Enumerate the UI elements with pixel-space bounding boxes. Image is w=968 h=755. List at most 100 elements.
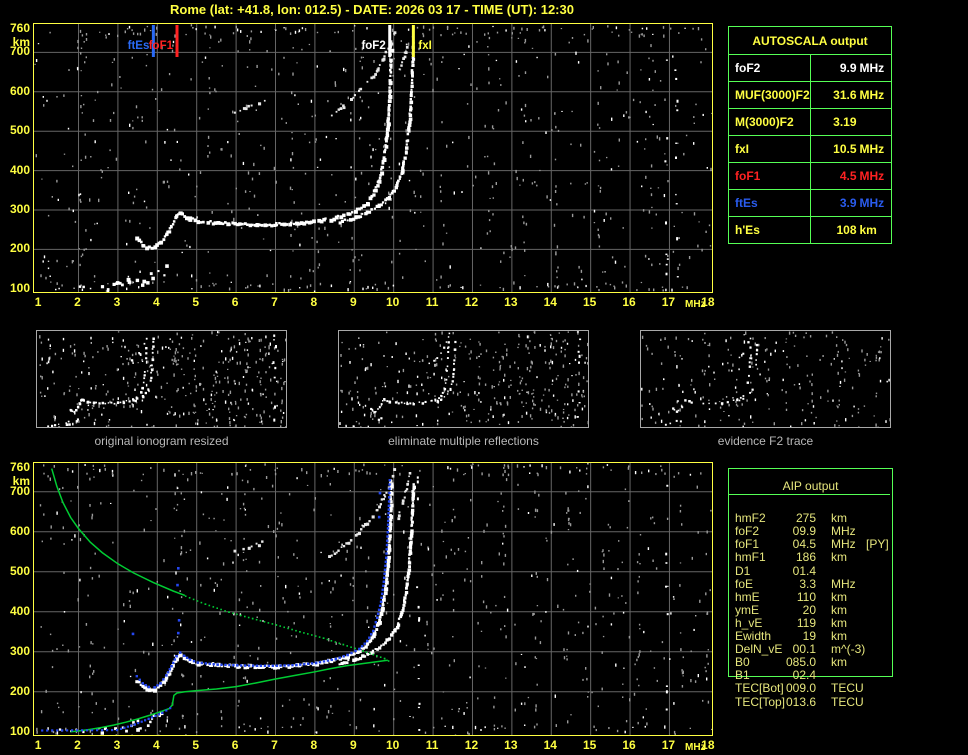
trace-fit_f bbox=[386, 531, 389, 534]
noise-dot bbox=[435, 583, 437, 586]
noise-dot bbox=[506, 401, 509, 404]
noise-dot bbox=[440, 358, 443, 361]
noise-dot bbox=[73, 343, 76, 346]
trace-fit_f bbox=[381, 588, 384, 591]
x-axis-label-2: 2 bbox=[74, 295, 81, 309]
noise-dot bbox=[49, 31, 51, 34]
noise-dot bbox=[478, 382, 481, 386]
noise-dot bbox=[622, 683, 624, 685]
noise-dot bbox=[567, 563, 569, 566]
noise-dot bbox=[636, 140, 639, 143]
noise-dot bbox=[161, 396, 163, 398]
noise-dot bbox=[326, 715, 328, 719]
noise-dot bbox=[245, 287, 247, 289]
noise-dot bbox=[56, 731, 59, 735]
noise-dot bbox=[535, 708, 537, 712]
trace-so_a bbox=[239, 109, 242, 112]
trace-f_o bbox=[132, 399, 135, 402]
noise-dot bbox=[785, 408, 788, 411]
noise-dot bbox=[464, 578, 466, 582]
noise-dot bbox=[323, 680, 325, 683]
noise-dot bbox=[700, 61, 702, 64]
noise-dot bbox=[426, 355, 429, 358]
x-axis-label-12: 12 bbox=[464, 738, 479, 752]
noise-dot bbox=[204, 636, 206, 638]
noise-dot bbox=[177, 487, 179, 489]
noise-dot bbox=[207, 135, 210, 139]
trace-fit_es bbox=[71, 729, 74, 732]
noise-dot bbox=[79, 578, 81, 582]
noise-dot bbox=[386, 331, 388, 334]
trace-fit_f bbox=[386, 523, 390, 526]
noise-dot bbox=[83, 41, 85, 43]
trace-f_x bbox=[412, 485, 416, 490]
trace-fit_f bbox=[382, 584, 385, 587]
noise-dot bbox=[190, 641, 193, 643]
noise-dot bbox=[578, 361, 580, 364]
noise-dot bbox=[479, 342, 481, 346]
trace-f_x bbox=[406, 139, 410, 142]
noise-dot bbox=[40, 274, 42, 278]
trace-fit_f bbox=[338, 656, 341, 659]
noise-dot bbox=[140, 479, 143, 482]
noise-dot bbox=[101, 170, 103, 173]
noise-dot bbox=[340, 364, 342, 367]
noise-dot bbox=[511, 37, 513, 39]
noise-dot bbox=[337, 687, 339, 691]
noise-dot bbox=[47, 360, 50, 364]
noise-dot bbox=[464, 405, 466, 408]
noise-dot bbox=[358, 118, 361, 121]
noise-dot bbox=[667, 180, 669, 183]
trace-fit_f bbox=[138, 678, 141, 681]
noise-dot bbox=[207, 145, 209, 147]
trace-fit_f bbox=[175, 655, 178, 658]
trace-profile_top_dotted bbox=[350, 646, 352, 648]
noise-dot bbox=[707, 344, 709, 346]
noise-dot bbox=[377, 664, 380, 667]
noise-dot bbox=[690, 679, 692, 683]
noise-dot bbox=[206, 557, 209, 560]
noise-dot bbox=[593, 222, 596, 224]
noise-dot bbox=[578, 402, 581, 404]
noise-dot bbox=[56, 259, 58, 263]
noise-dot bbox=[490, 611, 492, 614]
trace-f_o bbox=[440, 395, 443, 398]
noise-dot bbox=[360, 56, 363, 59]
aip-param-label: D1 bbox=[735, 563, 751, 578]
trace-f_x bbox=[406, 579, 409, 582]
noise-dot bbox=[228, 407, 230, 411]
noise-dot bbox=[78, 388, 80, 390]
noise-dot bbox=[156, 581, 158, 583]
noise-dot bbox=[206, 410, 208, 411]
noise-dot bbox=[404, 576, 406, 580]
aip-param-value: 110 bbox=[796, 589, 816, 604]
noise-dot bbox=[43, 464, 45, 467]
noise-dot bbox=[844, 340, 846, 344]
noise-dot bbox=[664, 472, 666, 475]
trace-f_o bbox=[246, 223, 249, 226]
noise-dot bbox=[652, 89, 654, 91]
noise-dot bbox=[491, 185, 494, 189]
noise-dot bbox=[85, 229, 87, 232]
noise-dot bbox=[675, 104, 677, 107]
trace-so_b bbox=[380, 498, 383, 501]
noise-dot bbox=[89, 477, 91, 481]
noise-dot bbox=[362, 345, 365, 348]
noise-dot bbox=[384, 513, 387, 515]
trace-profile_top_dotted bbox=[318, 636, 321, 638]
noise-dot bbox=[439, 286, 441, 289]
noise-dot bbox=[624, 265, 626, 268]
trace-so_b bbox=[738, 356, 741, 359]
noise-dot bbox=[314, 141, 317, 143]
aip-param-label: foE bbox=[735, 576, 754, 591]
trace-f_x bbox=[410, 90, 413, 94]
trace-f_o bbox=[82, 399, 85, 402]
noise-dot bbox=[675, 156, 677, 159]
noise-dot bbox=[752, 421, 754, 423]
noise-dot bbox=[221, 716, 223, 720]
noise-dot bbox=[360, 171, 363, 175]
trace-f_x bbox=[407, 568, 412, 572]
noise-dot bbox=[544, 29, 546, 32]
noise-dot bbox=[694, 680, 697, 683]
noise-dot bbox=[126, 287, 128, 291]
